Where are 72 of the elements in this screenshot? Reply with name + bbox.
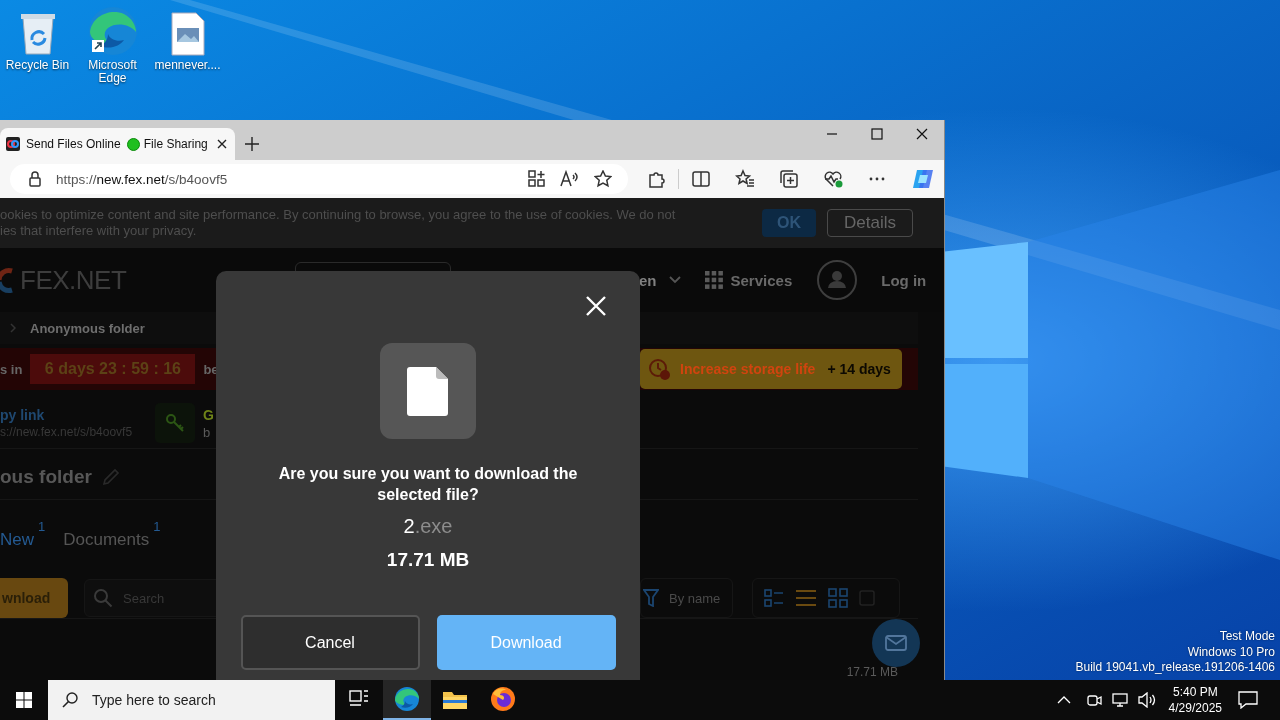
system-watermark-text: Test Mode [1219,629,1275,645]
notification-icon[interactable] [1238,691,1258,709]
desktop-icon-label: Recycle Bin [4,59,71,72]
search-icon [93,588,113,608]
expiry-text: s in [0,361,23,377]
close-icon[interactable] [217,139,227,149]
item-count: 1 [38,520,46,533]
firefox-icon [490,686,516,712]
file-size: 17.71 MB [846,665,898,679]
dialog-question: Are you sure you want to download the selected file? [277,464,579,505]
search-icon [62,692,78,708]
lock-icon [28,171,42,187]
volume-icon[interactable] [1137,692,1156,708]
taskbar-search-field[interactable]: Type here to search [92,692,312,708]
chevron-down-icon [668,276,681,284]
list-view-icon[interactable] [795,588,817,608]
heart-pulse-icon[interactable] [823,169,843,189]
clock-time[interactable]: 5:40 PM [1172,684,1218,700]
maximize-icon[interactable] [871,128,883,140]
split-screen-icon[interactable] [691,169,711,189]
collections-icon[interactable] [779,169,799,189]
star-icon[interactable] [594,170,612,188]
cancel-button[interactable]: Cancel [240,615,420,670]
favicon-icon [6,137,20,151]
services-button[interactable]: Services [704,271,793,289]
read-aloud-icon[interactable] [560,170,580,188]
system-watermark-text: Windows 10 Pro [1187,644,1275,660]
download-button[interactable]: Download [436,615,616,670]
code-value: b [203,424,212,440]
desktop-icon-label: mennever.... [153,59,222,72]
breadcrumb-item[interactable]: Anonymous folder [30,320,145,336]
storage-upsell-button[interactable]: Increase storage life + 14 days [640,349,902,389]
download-button[interactable]: wnload [0,578,68,618]
close-icon[interactable] [916,128,928,140]
status-dot-icon [126,137,140,151]
copy-link[interactable]: py link [0,407,150,423]
camera-icon[interactable] [1085,692,1102,708]
key-icon [165,413,185,433]
browser-icon [394,686,420,712]
language-selector[interactable]: en [639,271,681,289]
mail-icon [885,635,907,651]
item-count: 1 [153,520,161,533]
grid-icon [704,271,723,289]
app-grid-icon[interactable] [528,170,546,188]
system-watermark-text: Build 19041.vb_release.191206-1406 [1075,660,1275,676]
folder-title: ous folder [0,466,92,488]
clock-date[interactable]: 4/29/2025 [1168,700,1222,716]
chevron-right-icon [10,323,16,333]
favorites-icon[interactable] [735,169,755,189]
message-button[interactable] [872,619,920,667]
filter-icon [643,589,659,607]
chevron-up-icon[interactable] [1056,696,1071,704]
windows-logo-icon [16,692,32,708]
file-size: 17.71 MB [386,548,470,572]
checkbox[interactable] [859,590,875,606]
image-file-icon[interactable] [170,12,205,56]
desktop-icon-label: Microsoft Edge [87,59,138,85]
task-view-icon [349,690,369,708]
taskbar-app[interactable] [383,680,431,720]
taskbar-search-bar[interactable]: Type here to search [48,680,335,720]
new-tab-icon[interactable] [245,137,259,151]
address-field[interactable]: https://new.fex.net/s/b4oovf5 [10,164,628,194]
browser-tab[interactable]: Send Files Online File Sharing [0,128,235,160]
extensions-icon[interactable] [646,169,666,189]
file-icon [406,365,450,417]
network-icon[interactable] [1111,692,1128,708]
browser-icon[interactable] [87,6,138,56]
file-name: 2.exe [403,514,453,538]
code-label: G [203,406,214,423]
details-button[interactable]: Details [827,209,913,237]
clock-icon [648,357,672,381]
login-link[interactable]: Log in [881,271,927,289]
